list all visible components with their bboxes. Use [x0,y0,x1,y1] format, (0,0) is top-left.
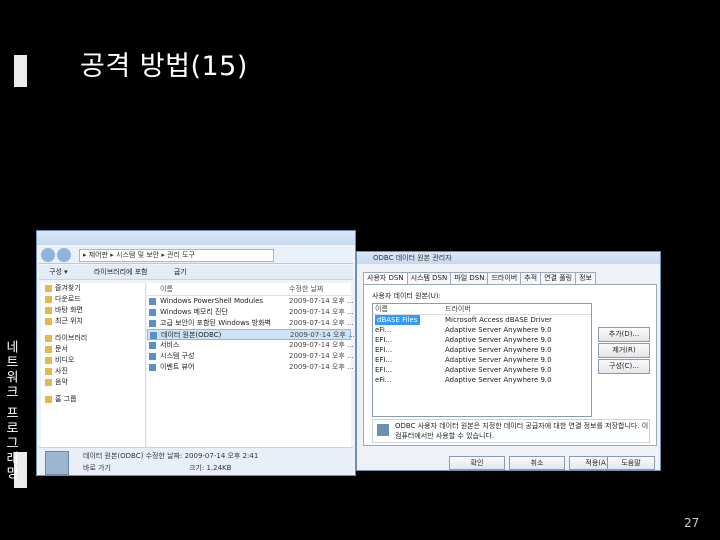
info-box: ODBC 사용자 데이터 원본은 지정한 데이터 공급자에 대한 연결 정보를 … [372,419,650,443]
music-icon [45,379,52,386]
column-driver[interactable]: 드라이버 [445,304,471,314]
navigation-pane: 즐겨찾기 다운로드 바탕 화면 최근 위치 라이브러리 문서 비디오 사진 음악… [41,283,146,447]
explorer-window: ▸ 제어판 ▸ 시스템 및 보안 ▸ 관리 도구 구성 ▾ 라이브러리에 포함 … [36,230,356,476]
folder-icon [45,318,52,325]
dsn-row[interactable]: EFI... Adaptive Server Anywhere 9.0 [373,355,591,365]
shortcut-icon [149,298,156,305]
file-row[interactable]: 고급 보안이 포함된 Windows 방화벽 2009-07-14 오후 ... [147,318,354,329]
ok-button[interactable]: 확인 [449,456,505,470]
file-row[interactable]: Windows PowerShell Modules 2009-07-14 오후 … [147,296,354,307]
odbc-titlebar: ODBC 데이터 원본 관리자 [357,252,660,264]
address-path[interactable]: ▸ 제어판 ▸ 시스템 및 보안 ▸ 관리 도구 [79,249,274,262]
dsn-row[interactable]: eFi... Adaptive Server Anywhere 9.0 [373,325,591,335]
shortcut-icon [149,353,156,360]
tab-system-dsn[interactable]: 시스템 DSN [406,272,452,284]
star-icon [45,285,52,292]
dsn-list-header: 이름 드라이버 [373,304,591,315]
column-name[interactable]: 이름 [160,285,173,293]
cancel-button[interactable]: 취소 [509,456,565,470]
folder-icon [45,296,52,303]
info-icon [377,424,389,436]
shortcut-icon [149,364,156,371]
file-row-selected[interactable]: 데이터 원본(ODBC) 2009-07-14 오후 ... [147,329,355,340]
slide-title: 공격 방법(15) [80,51,248,82]
document-icon [45,346,52,353]
file-row[interactable]: Windows 메모리 진단 2009-07-14 오후 ... [147,307,354,318]
toolbar-burn[interactable]: 굽기 [174,268,187,276]
explorer-titlebar [37,231,355,245]
file-list: 이름 수정한 날짜 Windows PowerShell Modules 2009… [147,283,355,447]
odbc-large-icon [45,451,69,475]
forward-icon[interactable] [57,248,71,262]
file-row[interactable]: 시스템 구성 2009-07-14 오후 ... [147,351,354,362]
tab-user-dsn[interactable]: 사용자 DSN [363,272,408,284]
explorer-toolbar: 구성 ▾ 라이브러리에 포함 굽기 [39,265,353,280]
sidebar-item-music[interactable]: 음악 [41,377,145,388]
sidebar-item-libraries[interactable]: 라이브러리 [41,333,145,344]
slide-side-label: 네트워크 프로그래밍 [3,340,18,482]
tab-about[interactable]: 정보 [575,272,596,284]
toolbar-include-library[interactable]: 라이브러리에 포함 [94,268,148,276]
tab-tracing[interactable]: 추적 [520,272,542,284]
odbc-dialog: ODBC 데이터 원본 관리자 사용자 DSN 시스템 DSN 파일 DSN 드라이버… [356,251,661,471]
details-line-3: 크기: 1.24KB [189,464,232,472]
homegroup-icon [45,396,52,403]
dsn-row[interactable]: EFI... Adaptive Server Anywhere 9.0 [373,345,591,355]
address-bar: ▸ 제어판 ▸ 시스템 및 보안 ▸ 관리 도구 [39,247,353,264]
details-line-2: 바로 가기 [83,464,111,472]
add-button[interactable]: 추가(D)... [598,327,650,342]
file-list-header: 이름 수정한 날짜 [147,283,351,296]
sidebar-item-desktop[interactable]: 바탕 화면 [41,305,145,316]
dsn-row[interactable]: eFi... Adaptive Server Anywhere 9.0 [373,375,591,385]
folder-icon [45,307,52,314]
file-row[interactable]: 이벤트 뷰어 2009-07-14 오후 ... [147,362,354,373]
shortcut-icon [149,320,156,327]
page-number: 27 [684,516,700,530]
sidebar-item-recent[interactable]: 최근 위치 [41,316,145,327]
user-dsn-panel: 사용자 데이터 원본(U): 이름 드라이버 dBASE Files Micros… [363,284,657,446]
library-icon [45,335,52,342]
tab-connection-pooling[interactable]: 연결 풀링 [540,272,577,284]
tab-file-dsn[interactable]: 파일 DSN [450,272,489,284]
sidebar-item-homegroup[interactable]: 홈 그룹 [41,394,145,405]
details-pane: 데이터 원본(ODBC) 수정한 날짜: 2009-07-14 오후 2:41 … [39,447,353,475]
shortcut-icon [149,309,156,316]
picture-icon [45,368,52,375]
dsn-row[interactable]: EFI... Adaptive Server Anywhere 9.0 [373,335,591,345]
odbc-icon [150,332,157,339]
details-line-1: 데이터 원본(ODBC) 수정한 날짜: 2009-07-14 오후 2:41 [83,452,259,460]
help-button[interactable]: 도움말 [607,456,655,470]
toolbar-organize[interactable]: 구성 ▾ [49,268,68,276]
sidebar-item-videos[interactable]: 비디오 [41,355,145,366]
info-text: ODBC 사용자 데이터 원본은 지정한 데이터 공급자에 대한 연결 정보를 … [395,422,649,440]
configure-button[interactable]: 구성(C)... [598,359,650,374]
sidebar-item-pictures[interactable]: 사진 [41,366,145,377]
dsn-row-selected[interactable]: dBASE Files Microsoft Access dBASE Driver [373,315,591,325]
dsn-list: 이름 드라이버 dBASE Files Microsoft Access dBAS… [372,303,592,417]
sidebar-item-documents[interactable]: 문서 [41,344,145,355]
sidebar-item-favorites[interactable]: 즐겨찾기 [41,283,145,294]
tab-drivers[interactable]: 드라이버 [487,272,522,284]
slide-accent-bar-top [14,55,27,87]
dsn-list-label: 사용자 데이터 원본(U): [372,292,441,300]
back-icon[interactable] [41,248,55,262]
column-dsn-name[interactable]: 이름 [375,305,388,313]
column-date[interactable]: 수정한 날짜 [289,283,323,295]
sidebar-item-downloads[interactable]: 다운로드 [41,294,145,305]
video-icon [45,357,52,364]
remove-button[interactable]: 제거(R) [598,343,650,358]
odbc-tabs: 사용자 DSN 시스템 DSN 파일 DSN 드라이버 추적 연결 풀링 정보 [363,272,596,284]
file-row[interactable]: 서비스 2009-07-14 오후 ... [147,340,354,351]
shortcut-icon [149,342,156,349]
dsn-row[interactable]: EFI... Adaptive Server Anywhere 9.0 [373,365,591,375]
